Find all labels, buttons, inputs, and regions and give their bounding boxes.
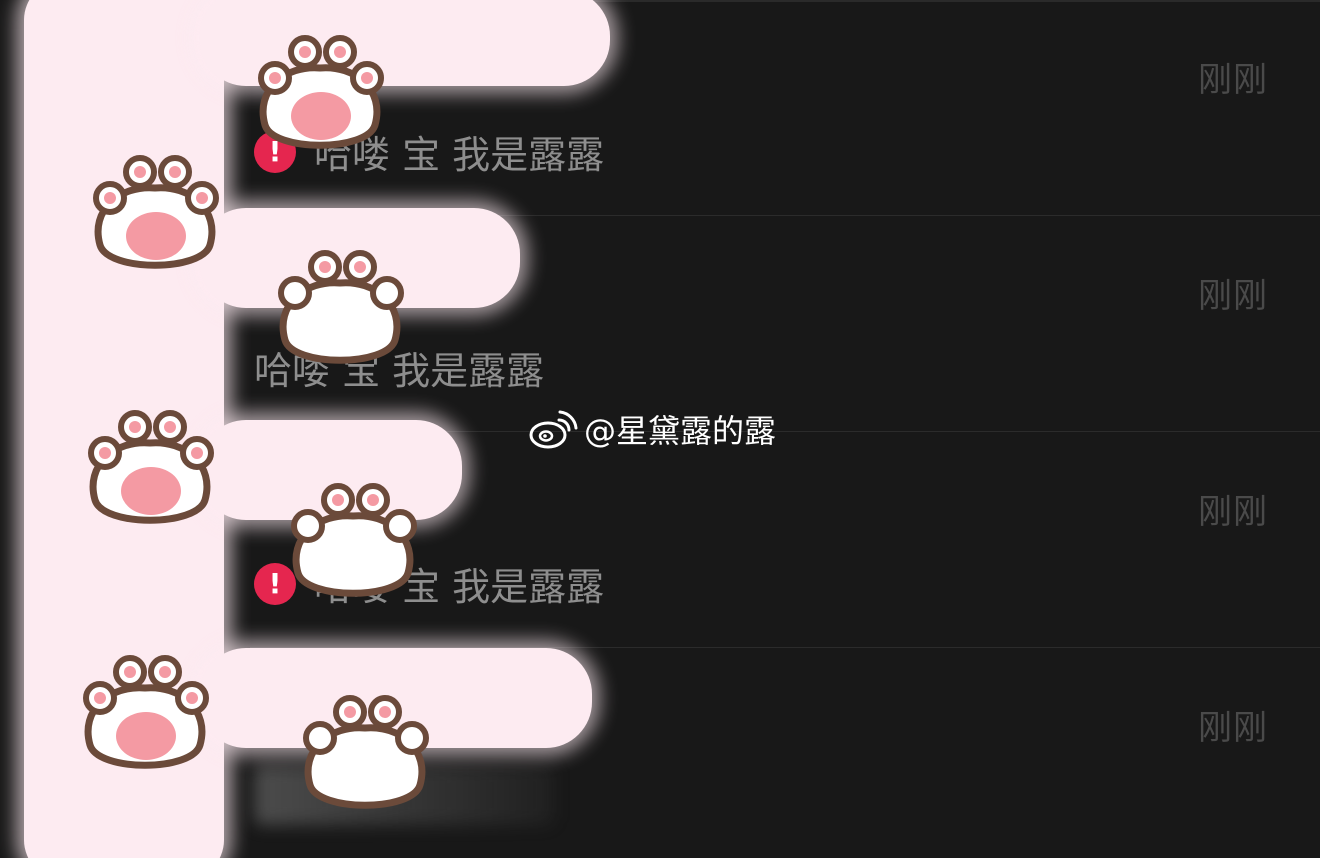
paw-print-icon [291,483,417,597]
weibo-watermark: @星黛露的露 [528,406,776,452]
timestamp: 刚刚 [1198,708,1268,748]
paw-print-icon [83,655,209,769]
timestamp: 刚刚 [1198,492,1268,532]
paw-print-icon [303,695,429,809]
weibo-icon [529,410,578,449]
timestamp: 刚刚 [1198,276,1268,316]
chat-list-screen: 刚刚 ! 哈喽 宝 我是露露 刚刚 哈喽 宝 我是露露 刚刚 ! 哈喽 宝 我是… [0,0,1320,858]
paw-print-icon [258,35,384,149]
paw-print-icon [93,155,219,269]
paw-print-icon [88,410,214,524]
timestamp: 刚刚 [1198,60,1268,100]
watermark-handle: @星黛露的露 [584,412,777,450]
paw-print-icon [278,250,404,364]
